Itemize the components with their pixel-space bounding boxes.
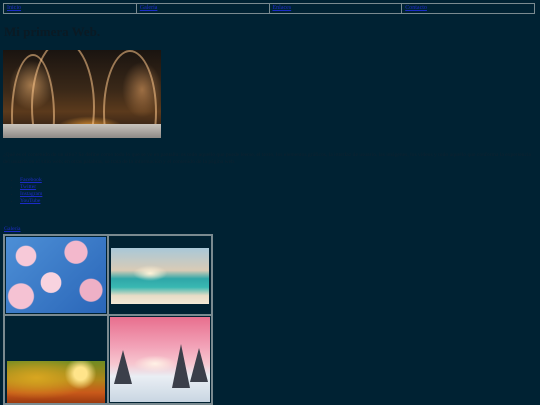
link-item[interactable]: Instagram — [20, 191, 42, 197]
intro-paragraph: ¿Qué es el contenido de un sitio? Se def… — [3, 152, 531, 165]
link-item[interactable]: YouTube — [20, 198, 40, 204]
top-nav-table: Inicio Galería Enlaces Contacto — [3, 3, 535, 14]
list-item: Facebook — [20, 177, 42, 184]
winter-sunset-photo — [110, 317, 210, 402]
gallery-label[interactable]: Galería — [4, 226, 20, 232]
page-title: Mi primera Web. — [4, 24, 101, 39]
gallery-table — [3, 234, 213, 405]
gallery-cell — [4, 235, 108, 315]
list-item: Instagram — [20, 191, 42, 198]
gallery-cell — [4, 315, 108, 404]
links-list: Facebook Twitter Instagram YouTube — [14, 177, 42, 205]
link-item[interactable]: Facebook — [20, 177, 42, 183]
nav-link-3[interactable]: Enlaces — [270, 4, 403, 13]
list-item: Twitter — [20, 184, 42, 191]
gallery-cell — [108, 235, 212, 315]
gallery-cell — [108, 315, 212, 404]
hero-image — [3, 50, 161, 138]
cherry-blossom-photo — [6, 237, 106, 313]
nav-link-2[interactable]: Galería — [137, 4, 270, 13]
autumn-leaves-photo — [7, 361, 105, 403]
nav-link-4[interactable]: Contacto — [402, 4, 534, 13]
nav-link-1[interactable]: Inicio — [4, 4, 137, 13]
link-item[interactable]: Twitter — [20, 184, 36, 190]
beach-sunset-photo — [111, 248, 209, 304]
list-item: YouTube — [20, 198, 42, 205]
